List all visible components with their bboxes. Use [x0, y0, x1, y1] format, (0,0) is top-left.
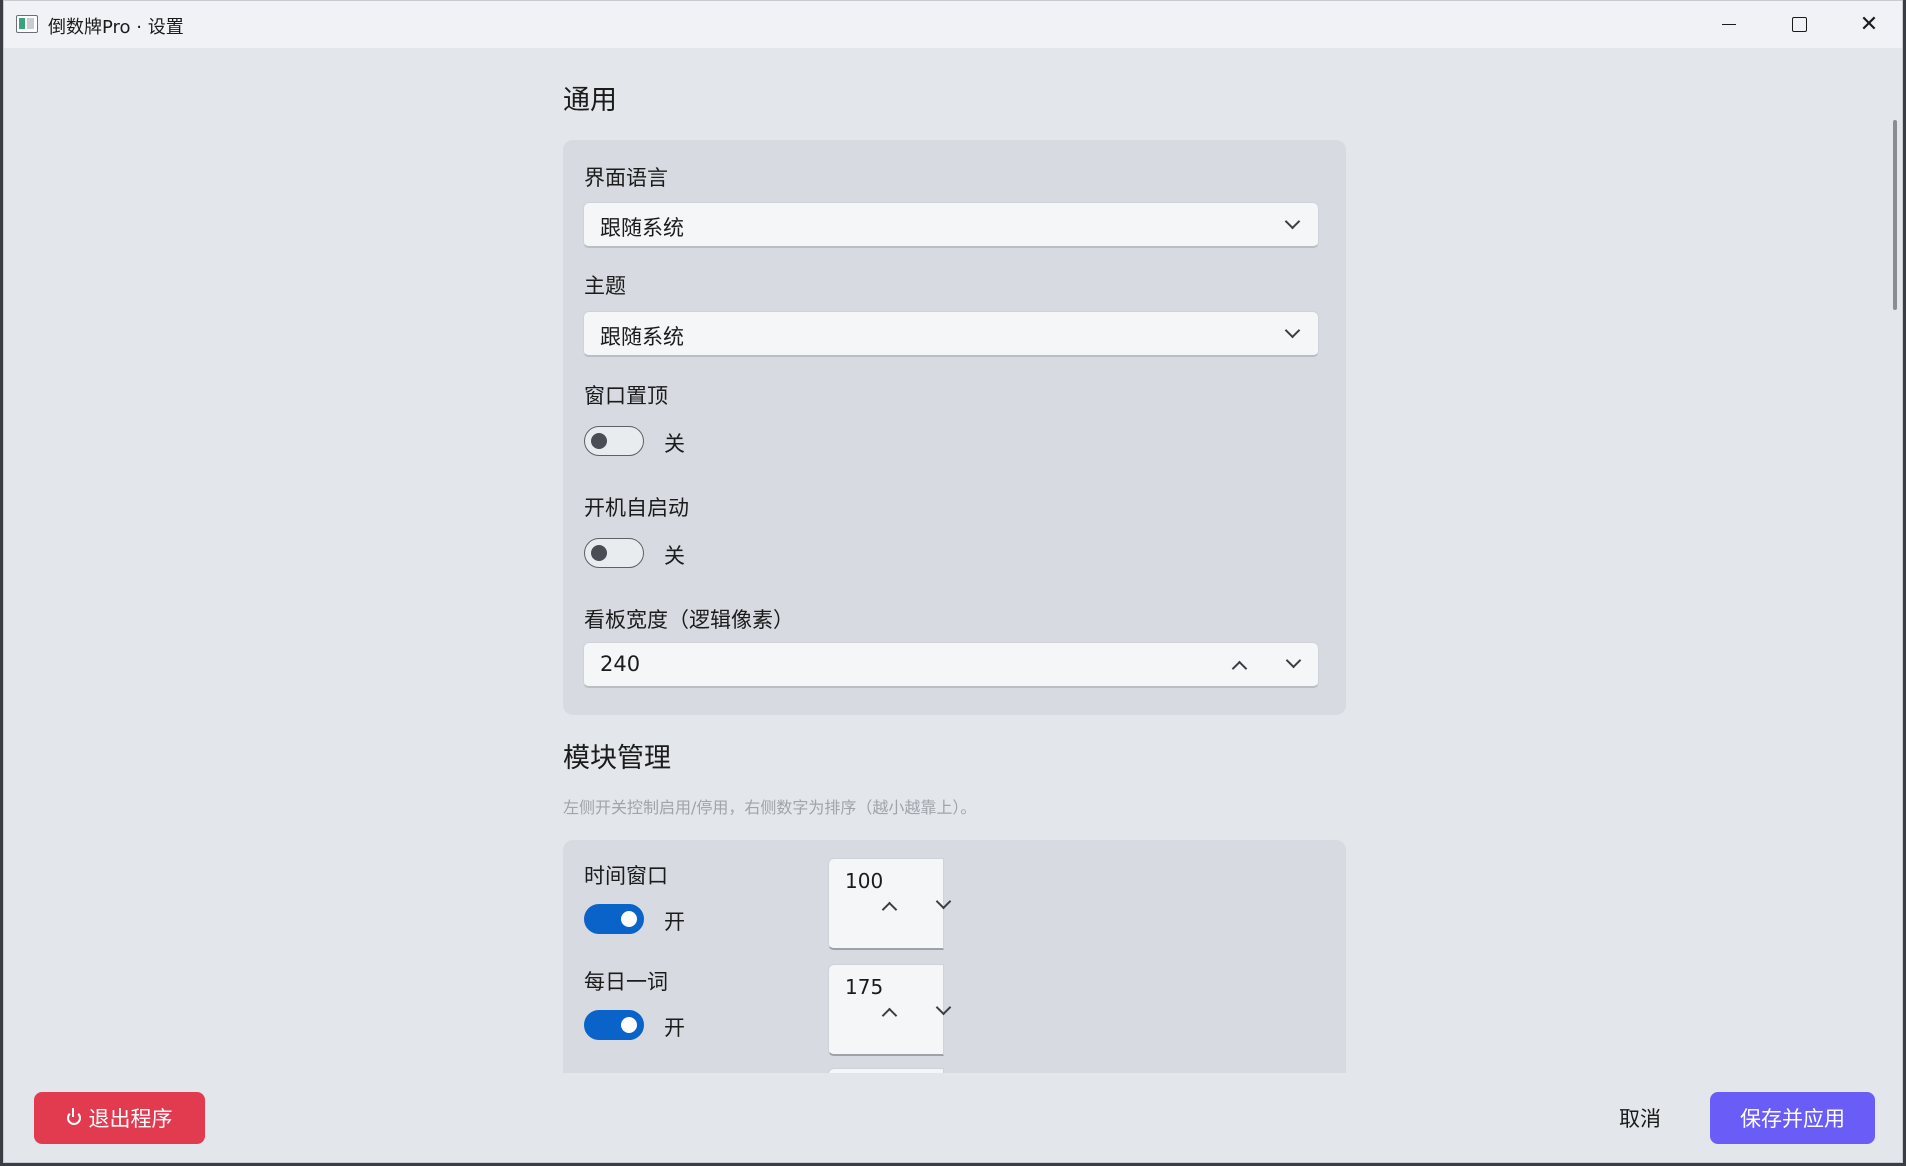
module-order-input[interactable] [828, 1068, 944, 1073]
theme-label: 主题 [584, 274, 626, 298]
autostart-toggle[interactable] [584, 538, 644, 568]
close-icon: ✕ [1859, 12, 1879, 37]
module-label: 时间窗口 [584, 864, 668, 888]
modules-hint: 左侧开关控制启用/停用，右侧数字为排序（越小越靠上）。 [563, 798, 977, 817]
always-on-top-label: 窗口置顶 [584, 384, 668, 408]
settings-window: 倒数牌Pro · 设置 ✕ 通用 界面语言 跟随系统 主题 跟随系统 窗口置顶 [3, 0, 1903, 1163]
theme-select[interactable]: 跟随系统 [583, 311, 1319, 357]
board-width-value: 240 [600, 652, 641, 676]
chevron-up-icon[interactable] [881, 901, 898, 918]
power-icon [66, 1108, 81, 1125]
save-apply-button[interactable]: 保存并应用 [1710, 1092, 1875, 1144]
module-order-value: 100 [845, 869, 884, 893]
module-order-input[interactable]: 100 [828, 858, 952, 950]
chevron-down-icon[interactable] [935, 893, 952, 910]
exit-button[interactable]: 退出程序 [34, 1092, 205, 1144]
exit-label: 退出程序 [88, 1107, 173, 1131]
maximize-button[interactable] [1764, 1, 1834, 48]
maximize-icon [1791, 17, 1807, 32]
always-on-top-toggle[interactable] [584, 426, 644, 456]
toggle-knob [621, 911, 637, 927]
theme-value: 跟随系统 [600, 325, 684, 349]
module-toggle[interactable] [584, 904, 644, 934]
app-icon [16, 15, 38, 33]
language-select[interactable]: 跟随系统 [583, 202, 1319, 248]
module-state: 开 [664, 1016, 685, 1040]
cancel-button[interactable]: 取消 [1600, 1092, 1680, 1144]
modules-card: 时间窗口 开 100 每日一词 开 175 [563, 840, 1346, 1073]
board-width-number-input[interactable]: 240 [583, 642, 1319, 688]
vertical-scrollbar[interactable] [1893, 120, 1897, 310]
toggle-knob [591, 433, 607, 449]
title-bar[interactable]: 倒数牌Pro · 设置 ✕ [4, 1, 1902, 48]
close-button[interactable]: ✕ [1834, 1, 1902, 48]
window-title: 倒数牌Pro · 设置 [48, 17, 184, 38]
chevron-down-icon [1284, 213, 1301, 230]
module-state: 开 [664, 910, 685, 934]
section-title-modules: 模块管理 [563, 743, 671, 774]
toggle-knob [591, 545, 607, 561]
settings-content[interactable]: 通用 界面语言 跟随系统 主题 跟随系统 窗口置顶 关 开机自启动 关 看板宽度 [4, 48, 1902, 1073]
always-on-top-state: 关 [664, 432, 685, 456]
chevron-up-icon[interactable] [881, 1007, 898, 1024]
board-width-label: 看板宽度（逻辑像素） [584, 608, 794, 632]
save-label: 保存并应用 [1740, 1107, 1845, 1131]
language-label: 界面语言 [584, 166, 668, 190]
general-card: 界面语言 跟随系统 主题 跟随系统 窗口置顶 关 开机自启动 关 看板宽度（逻辑… [563, 140, 1346, 715]
module-order-input[interactable]: 175 [828, 964, 952, 1056]
module-toggle[interactable] [584, 1010, 644, 1040]
chevron-down-icon[interactable] [935, 999, 952, 1016]
chevron-up-icon[interactable] [1231, 660, 1248, 677]
section-title-general: 通用 [563, 85, 617, 116]
autostart-state: 关 [664, 544, 685, 568]
chevron-down-icon[interactable] [1285, 652, 1302, 669]
toggle-knob [621, 1017, 637, 1033]
minimize-icon [1722, 23, 1736, 26]
minimize-button[interactable] [1694, 1, 1764, 48]
autostart-label: 开机自启动 [584, 496, 689, 520]
cancel-label: 取消 [1619, 1107, 1661, 1131]
chevron-down-icon [1284, 322, 1301, 339]
language-value: 跟随系统 [600, 216, 684, 240]
module-label: 每日一词 [584, 970, 668, 994]
module-order-value: 175 [845, 975, 884, 999]
